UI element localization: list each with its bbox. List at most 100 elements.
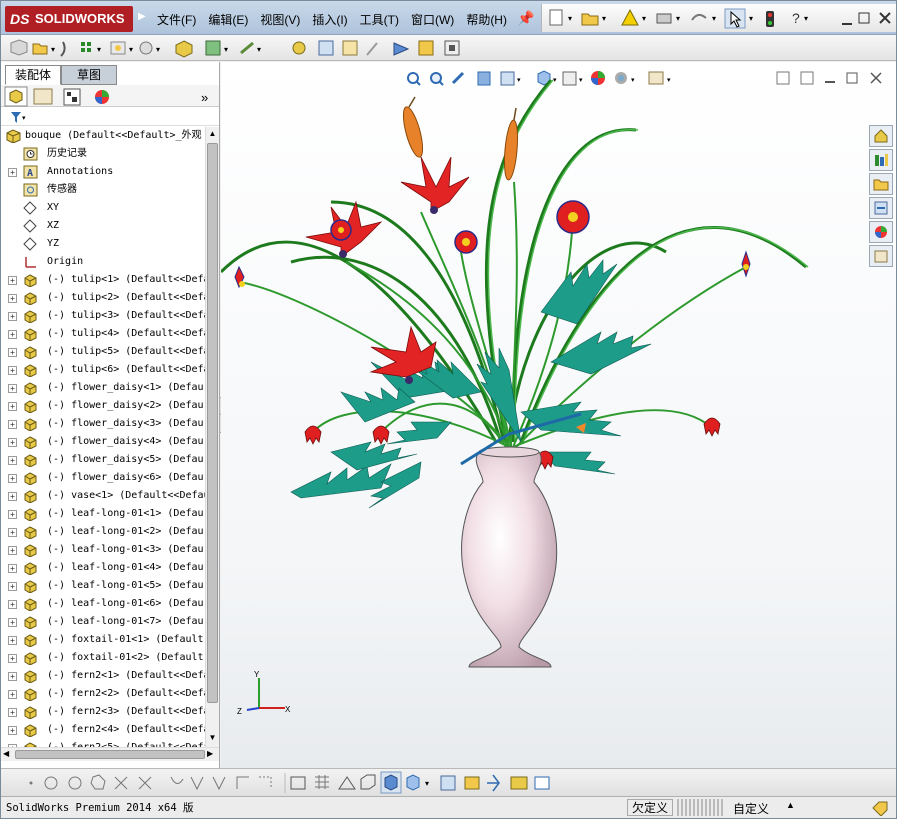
expand-toggle-icon[interactable]: +	[8, 330, 17, 339]
expand-toggle-icon[interactable]: +	[8, 654, 17, 663]
expand-toggle-icon[interactable]: +	[8, 366, 17, 375]
design-library-icon[interactable]	[869, 149, 893, 171]
update-speedpak-icon[interactable]	[418, 40, 434, 56]
hscroll-thumb[interactable]	[15, 750, 205, 759]
instant3d-icon[interactable]	[393, 42, 410, 56]
trim-icon[interactable]	[114, 776, 128, 790]
expand-toggle-icon[interactable]: +	[8, 600, 17, 609]
menu-tools[interactable]: 工具(T)	[354, 11, 405, 29]
tree-item[interactable]: + (-) leaf-long-01<1> (Defau	[1, 505, 205, 523]
exploded-view-icon[interactable]	[342, 40, 358, 56]
construction-icon[interactable]	[259, 776, 272, 789]
tree-item[interactable]: 历史记录	[1, 145, 205, 163]
units-dropdown-icon[interactable]: ▲	[786, 800, 795, 810]
tree-root[interactable]: bouque (Default<<Default>_外观	[1, 127, 205, 145]
tree-item[interactable]: + (-) fern2<2> (Default<<Defa	[1, 685, 205, 703]
tree-item[interactable]: + (-) flower_daisy<5> (Defau	[1, 451, 205, 469]
smart-fasteners-icon[interactable]: ▾	[110, 41, 133, 55]
move-component-icon[interactable]: ▾	[139, 41, 160, 55]
expand-panel-icon[interactable]: »	[201, 90, 208, 105]
graphics-area[interactable]: ▾ ▾ ▾ ▾ ▾ Y X Z	[221, 62, 896, 768]
mate-icon[interactable]	[60, 41, 66, 57]
tree-item[interactable]: + (-) tulip<4> (Default<<Defa	[1, 325, 205, 343]
tab-sketch[interactable]: 草图	[61, 65, 117, 85]
expand-toggle-icon[interactable]: +	[8, 510, 17, 519]
tab-assembly[interactable]: 装配体	[5, 65, 61, 85]
scroll-left-icon[interactable]: ◀	[3, 749, 9, 758]
bill-of-materials-icon[interactable]	[318, 40, 334, 56]
tree-item[interactable]: + (-) leaf-long-01<4> (Defau	[1, 559, 205, 577]
expand-toggle-icon[interactable]: +	[8, 474, 17, 483]
mass-properties-icon[interactable]	[510, 776, 528, 790]
tree-vertical-scrollbar[interactable]: ▲ ▼	[205, 127, 219, 747]
section-icon[interactable]	[440, 775, 456, 791]
circle-icon[interactable]	[44, 776, 58, 790]
viewport-close-icon[interactable]	[870, 72, 882, 84]
tree-item[interactable]: + (-) tulip<6> (Default<<Defa	[1, 361, 205, 379]
tree-item[interactable]: +(-) fern2<5> (Default<<Defa	[1, 739, 205, 747]
expand-toggle-icon[interactable]: +	[8, 582, 17, 591]
tree-item[interactable]: + (-) leaf-long-01<5> (Defau	[1, 577, 205, 595]
tree-horizontal-scrollbar[interactable]: ◀ ▶	[1, 747, 219, 761]
take-snapshot-icon[interactable]	[444, 40, 460, 56]
pin-icon[interactable]: 📌	[515, 7, 537, 29]
tree-item[interactable]: + (-) flower_daisy<1> (Defau	[1, 379, 205, 397]
point-icon[interactable]	[29, 781, 33, 785]
expand-toggle-icon[interactable]: +	[8, 420, 17, 429]
expand-toggle-icon[interactable]: +	[8, 348, 17, 357]
angle-icon[interactable]	[190, 776, 204, 791]
relation-icon[interactable]	[338, 776, 356, 790]
menu-file[interactable]: 文件(F)	[151, 11, 202, 29]
tree-item[interactable]: + (-) leaf-long-01<2> (Defau	[1, 523, 205, 541]
expand-toggle-icon[interactable]: +	[8, 492, 17, 501]
tree-item[interactable]: + (-) tulip<5> (Default<<Defa	[1, 343, 205, 361]
expand-toggle-icon[interactable]: +	[8, 438, 17, 447]
component-icon[interactable]	[10, 39, 28, 56]
menu-window[interactable]: 窗口(W)	[405, 11, 460, 29]
tree-item[interactable]: + (-) flower_daisy<2> (Defau	[1, 397, 205, 415]
explode-line-sketch-icon[interactable]	[366, 42, 378, 56]
expand-toggle-icon[interactable]: +	[8, 294, 17, 303]
assembly-features-icon[interactable]: ▾	[205, 40, 228, 56]
tree-item[interactable]: + (-) fern2<3> (Default<<Defa	[1, 703, 205, 721]
reference-geometry-icon[interactable]: ▾	[240, 41, 261, 55]
extend-icon[interactable]	[138, 776, 152, 790]
tree-item[interactable]: + A Annotations	[1, 163, 205, 181]
linear-pattern-icon[interactable]: ▾	[81, 42, 101, 54]
tree-item[interactable]: + (-) foxtail-01<1> (Default	[1, 631, 205, 649]
expand-toggle-icon[interactable]: +	[8, 708, 17, 717]
scroll-down-icon[interactable]: ▼	[207, 733, 218, 743]
tree-item[interactable]: + (-) leaf-long-01<7> (Defau	[1, 613, 205, 631]
expand-toggle-icon[interactable]: +	[8, 618, 17, 627]
expand-toggle-icon[interactable]: +	[8, 564, 17, 573]
menu-help[interactable]: 帮助(H)	[460, 11, 513, 29]
expand-toggle-icon[interactable]: +	[8, 690, 17, 699]
tree-item[interactable]: XZ	[1, 217, 205, 235]
tree-item[interactable]: + (-) fern2<4> (Default<<Defa	[1, 721, 205, 739]
menu-view[interactable]: 视图(V)	[254, 11, 306, 29]
expand-toggle-icon[interactable]: +	[8, 546, 17, 555]
tree-item[interactable]: + (-) flower_daisy<3> (Defau	[1, 415, 205, 433]
scroll-thumb[interactable]	[207, 143, 218, 703]
tree-item[interactable]: + (-) leaf-long-01<3> (Defau	[1, 541, 205, 559]
expand-toggle-icon[interactable]: +	[8, 276, 17, 285]
tree-item[interactable]: + (-) flower_daisy<4> (Defau	[1, 433, 205, 451]
expand-toggle-icon[interactable]: +	[8, 672, 17, 681]
appearances-icon[interactable]	[869, 221, 893, 243]
logo-arrow-icon[interactable]: ▶	[138, 11, 148, 25]
tangent-icon[interactable]	[212, 776, 226, 791]
expand-toggle-icon[interactable]: +	[8, 402, 17, 411]
menu-edit[interactable]: 编辑(E)	[202, 11, 254, 29]
tree-item[interactable]: + (-) tulip<1> (Default<<Defa	[1, 271, 205, 289]
insert-component-icon[interactable]: ▾	[32, 43, 55, 55]
tree-item[interactable]: + (-) flower_daisy<6> (Defau	[1, 469, 205, 487]
tag-icon[interactable]	[871, 800, 889, 816]
tree-item[interactable]: 传感器	[1, 181, 205, 199]
scroll-right-icon[interactable]: ▶	[207, 749, 213, 758]
configuration-manager-tab-icon[interactable]	[63, 88, 81, 106]
show-hidden-icon[interactable]	[175, 40, 193, 58]
tree-item[interactable]: + (-) leaf-long-01<6> (Defau	[1, 595, 205, 613]
corner-icon[interactable]	[236, 776, 249, 789]
tree-item[interactable]: XY	[1, 199, 205, 217]
new-motion-study-icon[interactable]	[292, 41, 306, 55]
